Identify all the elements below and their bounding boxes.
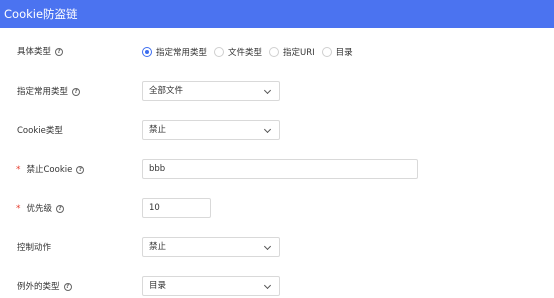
- cookie-type-label-wrap: Cookie类型: [17, 120, 63, 142]
- required-mark: *: [16, 204, 21, 214]
- radio-common-type-label: 指定常用类型: [156, 48, 208, 58]
- cookie-type-value: 禁止: [149, 125, 167, 135]
- common-type-value: 全部文件: [149, 86, 184, 96]
- content-type-label-wrap: 具体类型 ?: [17, 41, 64, 63]
- chevron-down-icon: [263, 242, 272, 251]
- priority-label-wrap: * 优先级 ?: [16, 198, 65, 220]
- radio-unchecked-icon[interactable]: [269, 47, 280, 57]
- priority-row: * 优先级 ? 10: [0, 198, 554, 220]
- control-action-label: 控制动作: [17, 243, 52, 253]
- question-circle-icon[interactable]: ?: [72, 88, 81, 96]
- forbid-cookie-input[interactable]: bbb: [142, 159, 418, 179]
- control-action-label-wrap: 控制动作: [17, 237, 51, 259]
- control-action-value: 禁止: [149, 242, 167, 252]
- radio-file-type[interactable]: 文件类型: [214, 46, 262, 58]
- content-type-radio-group: 指定常用类型 文件类型 指定URI 目录: [142, 41, 360, 63]
- forbid-cookie-value: bbb: [149, 164, 166, 174]
- cookie-type-select[interactable]: 禁止: [142, 120, 280, 140]
- forbid-cookie-row: * 禁止Cookie ? bbb: [0, 159, 554, 181]
- forbid-cookie-label-wrap: * 禁止Cookie ?: [16, 159, 85, 181]
- radio-unchecked-icon[interactable]: [214, 47, 225, 57]
- exception-type-label: 例外的类型: [17, 282, 60, 292]
- common-type-row: 指定常用类型 ? 全部文件: [0, 81, 554, 103]
- question-circle-icon[interactable]: ?: [63, 283, 72, 291]
- control-action-select[interactable]: 禁止: [142, 237, 280, 257]
- radio-directory-label: 目录: [335, 48, 353, 58]
- chevron-down-icon: [263, 125, 272, 134]
- radio-directory[interactable]: 目录: [321, 46, 353, 58]
- question-circle-icon[interactable]: ?: [55, 48, 64, 56]
- priority-value: 10: [149, 203, 160, 213]
- radio-unchecked-icon[interactable]: [321, 47, 332, 57]
- page-header: Cookie防盗链: [0, 0, 554, 28]
- exception-type-row: 例外的类型 ? 目录: [0, 276, 554, 298]
- common-type-label-wrap: 指定常用类型 ?: [17, 81, 81, 103]
- question-circle-icon[interactable]: ?: [56, 205, 65, 213]
- exception-type-label-wrap: 例外的类型 ?: [17, 276, 72, 298]
- required-mark: *: [16, 165, 21, 175]
- question-circle-icon[interactable]: ?: [76, 166, 85, 174]
- priority-input[interactable]: 10: [142, 198, 211, 218]
- content-type-label: 具体类型: [17, 47, 52, 57]
- radio-file-type-label: 文件类型: [228, 48, 263, 58]
- common-type-select[interactable]: 全部文件: [142, 81, 280, 101]
- chevron-down-icon: [263, 281, 272, 290]
- radio-common-type[interactable]: 指定常用类型: [142, 46, 207, 58]
- control-action-row: 控制动作 禁止: [0, 237, 554, 259]
- radio-checked-icon[interactable]: [142, 47, 152, 57]
- exception-type-select[interactable]: 目录: [142, 276, 280, 296]
- priority-label: 优先级: [26, 204, 53, 214]
- chevron-down-icon: [263, 86, 272, 95]
- forbid-cookie-label: 禁止Cookie: [26, 165, 73, 175]
- cookie-type-label: Cookie类型: [17, 126, 63, 136]
- exception-type-value: 目录: [149, 281, 167, 291]
- page-title: Cookie防盗链: [4, 7, 78, 21]
- radio-uri[interactable]: 指定URI: [269, 46, 315, 58]
- cookie-type-row: Cookie类型 禁止: [0, 120, 554, 142]
- common-type-label: 指定常用类型: [17, 87, 69, 97]
- content-type-row: 具体类型 ? 指定常用类型 文件类型 指定URI 目录: [0, 41, 554, 63]
- radio-uri-label: 指定URI: [283, 48, 315, 58]
